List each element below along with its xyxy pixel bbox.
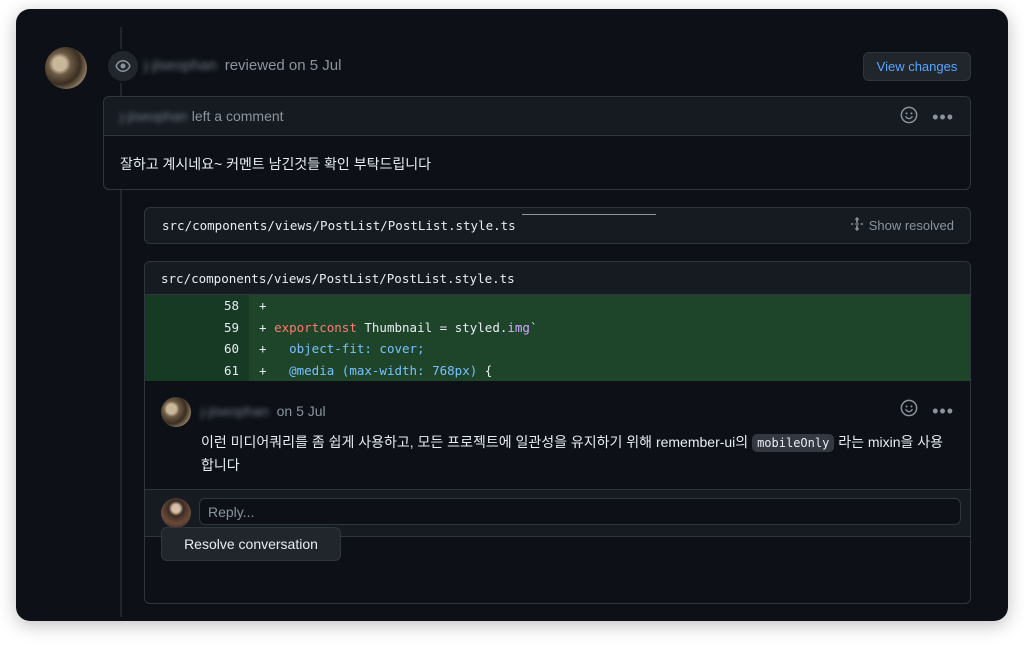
thread-file-path[interactable]: src/components/views/PostList/PostList.s… bbox=[145, 262, 970, 295]
line-number[interactable]: 59 bbox=[145, 316, 249, 338]
inline-code: mobileOnly bbox=[752, 434, 835, 452]
review-thread: src/components/views/PostList/PostList.s… bbox=[144, 261, 971, 604]
comment-author[interactable]: j-jiseophan bbox=[201, 403, 269, 419]
line-number[interactable]: 60 bbox=[145, 338, 249, 360]
thread-comment: j-jiseophan on 5 Jul ••• 이런 미디어쿼리를 좀 쉽게 … bbox=[145, 381, 970, 490]
kebab-horizontal-icon[interactable]: ••• bbox=[932, 108, 954, 126]
reviewer-name[interactable]: j-jiseophan bbox=[144, 57, 217, 74]
diff-hunk: 58 + 59 + export const Thumbnail = style… bbox=[145, 295, 970, 381]
comment-date[interactable]: on 5 Jul bbox=[277, 403, 326, 419]
diff-line: 60 + object-fit: cover; bbox=[145, 338, 970, 360]
diff-code: + object-fit: cover; bbox=[249, 338, 970, 360]
top-comment: j-jiseophan left a comment ••• 잘하고 계시네요~… bbox=[103, 96, 971, 190]
divider bbox=[522, 214, 656, 215]
comment-author[interactable]: j-jiseophan bbox=[120, 108, 188, 124]
smiley-icon[interactable] bbox=[900, 399, 918, 422]
thread-comment-header: j-jiseophan on 5 Jul bbox=[201, 403, 326, 419]
current-user-avatar bbox=[161, 498, 191, 528]
resolve-conversation-button[interactable]: Resolve conversation bbox=[161, 527, 341, 561]
diff-line: 61 + @media (max-width: 768px) { bbox=[145, 359, 970, 381]
comment-text: 이런 미디어쿼리를 좀 쉽게 사용하고, 모든 프로젝트에 일관성을 유지하기 … bbox=[201, 434, 753, 450]
thread-comment-body: 이런 미디어쿼리를 좀 쉽게 사용하고, 모든 프로젝트에 일관성을 유지하기 … bbox=[201, 431, 951, 476]
smiley-icon[interactable] bbox=[900, 106, 918, 127]
reviewer-avatar[interactable] bbox=[45, 47, 87, 89]
review-header: j-jiseophan reviewed on 5 Jul bbox=[144, 57, 341, 74]
eye-icon bbox=[106, 49, 140, 83]
reply-input[interactable] bbox=[199, 498, 961, 525]
diff-code: + export const Thumbnail = styled. img ` bbox=[249, 316, 970, 338]
kebab-horizontal-icon[interactable]: ••• bbox=[932, 402, 954, 420]
avatar[interactable] bbox=[161, 397, 191, 427]
top-comment-body: 잘하고 계시네요~ 커멘트 남긴것들 확인 부탁드립니다 bbox=[120, 156, 431, 172]
diff-line: 59 + export const Thumbnail = styled. img… bbox=[145, 316, 970, 338]
unfold-icon bbox=[850, 217, 864, 234]
diff-line: 58 + bbox=[145, 295, 970, 317]
diff-code: + @media (max-width: 768px) { bbox=[249, 359, 970, 381]
line-number[interactable]: 58 bbox=[145, 295, 249, 317]
review-card: j-jiseophan reviewed on 5 Jul View chang… bbox=[16, 9, 1008, 621]
file-path[interactable]: src/components/views/PostList/PostList.s… bbox=[162, 218, 516, 233]
diff-code: + bbox=[249, 295, 970, 317]
show-resolved-button[interactable]: Show resolved bbox=[850, 217, 954, 234]
review-action: reviewed on 5 Jul bbox=[224, 57, 342, 74]
show-resolved-label: Show resolved bbox=[868, 218, 954, 233]
file-header: src/components/views/PostList/PostList.s… bbox=[144, 207, 971, 244]
line-number[interactable]: 61 bbox=[145, 359, 249, 381]
view-changes-button[interactable]: View changes bbox=[863, 52, 971, 81]
comment-action: left a comment bbox=[191, 108, 284, 124]
top-comment-header: j-jiseophan left a comment ••• bbox=[104, 97, 970, 136]
